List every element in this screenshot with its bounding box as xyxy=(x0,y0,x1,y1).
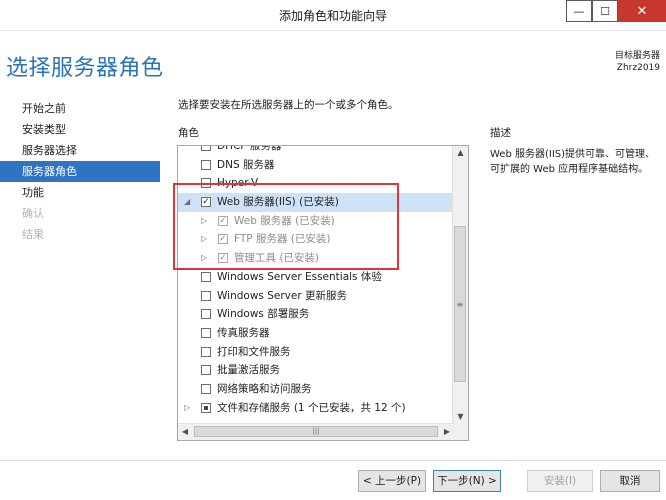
scroll-up-icon[interactable]: ▲ xyxy=(453,146,468,160)
vertical-scrollbar[interactable]: ▲ ≡ ▼ xyxy=(452,146,468,424)
role-label: Windows Server Essentials 体验 xyxy=(217,270,382,283)
nav-item-installation-type[interactable]: 安装类型 xyxy=(0,119,160,140)
instruction-text: 选择要安装在所选服务器上的一个或多个角色。 xyxy=(178,99,399,111)
target-server-name: Zhrz2019 xyxy=(616,63,660,73)
role-row[interactable]: 网络策略和访问服务 xyxy=(178,380,454,399)
scroll-right-icon[interactable]: ▶ xyxy=(440,424,454,440)
target-server-label: 目标服务器 xyxy=(614,51,660,61)
role-checkbox[interactable] xyxy=(201,346,211,357)
role-checkbox[interactable] xyxy=(201,327,211,338)
highlight-box xyxy=(173,183,399,270)
horizontal-scrollbar[interactable]: ◀ ||| ▶ xyxy=(178,423,454,440)
role-row[interactable]: 批量激活服务 xyxy=(178,361,454,380)
role-row[interactable]: DNS 服务器 xyxy=(178,156,454,175)
description-header: 描述 xyxy=(490,127,511,139)
role-checkbox[interactable] xyxy=(201,402,211,413)
scroll-left-icon[interactable]: ◀ xyxy=(178,424,192,440)
scrollbar-corner xyxy=(453,424,468,440)
scroll-thumb[interactable]: ≡ xyxy=(454,226,466,382)
role-row[interactable]: 传真服务器 xyxy=(178,324,454,343)
role-label: DNS 服务器 xyxy=(217,158,275,171)
role-checkbox[interactable] xyxy=(201,365,211,376)
role-checkbox[interactable] xyxy=(201,159,211,170)
role-label: Windows 部署服务 xyxy=(217,308,310,321)
hscroll-thumb[interactable]: ||| xyxy=(194,426,438,437)
roles-header: 角色 xyxy=(178,127,199,139)
close-button[interactable]: ✕ xyxy=(618,0,666,22)
role-row[interactable]: ▷ 文件和存储服务 (1 个已安装，共 12 个) xyxy=(178,399,454,418)
nav-item-server-roles[interactable]: 服务器角色 xyxy=(0,161,160,182)
install-button: 安装(I) xyxy=(527,470,593,492)
window-titlebar: 添加角色和功能向导 — ☐ ✕ xyxy=(0,0,666,31)
next-button[interactable]: 下一步(N) > xyxy=(433,470,501,492)
role-row[interactable]: 打印和文件服务 xyxy=(178,343,454,362)
role-label: 网络策略和访问服务 xyxy=(217,382,312,395)
role-label: Windows Server 更新服务 xyxy=(217,289,347,302)
wizard-nav: 开始之前 安装类型 服务器选择 服务器角色 功能 确认 结果 xyxy=(0,98,160,245)
role-checkbox[interactable] xyxy=(201,309,211,320)
nav-item-results: 结果 xyxy=(22,228,44,241)
role-checkbox[interactable] xyxy=(201,146,211,151)
expand-arrow-icon[interactable]: ▷ xyxy=(184,399,190,418)
nav-item-confirmation: 确认 xyxy=(22,207,44,220)
role-row[interactable]: Windows 部署服务 xyxy=(178,305,454,324)
footer-divider xyxy=(0,460,666,461)
previous-button[interactable]: < 上一步(P) xyxy=(358,470,426,492)
role-checkbox[interactable] xyxy=(201,290,211,301)
nav-item-features[interactable]: 功能 xyxy=(0,182,160,203)
role-label: DHCP 服务器 xyxy=(217,145,282,152)
nav-item-server-selection[interactable]: 服务器选择 xyxy=(0,140,160,161)
page-title: 选择服务器角色 xyxy=(6,56,164,81)
role-row[interactable]: Windows Server 更新服务 xyxy=(178,287,454,306)
minimize-button[interactable]: — xyxy=(566,0,592,22)
role-label: 批量激活服务 xyxy=(217,364,280,377)
target-server-info: 目标服务器 Zhrz2019 xyxy=(615,50,660,74)
role-label: 传真服务器 xyxy=(217,326,270,339)
nav-item-before-you-begin[interactable]: 开始之前 xyxy=(0,98,160,119)
role-label: 打印和文件服务 xyxy=(217,345,291,358)
scroll-down-icon[interactable]: ▼ xyxy=(453,410,468,424)
cancel-button[interactable]: 取消 xyxy=(600,470,660,492)
role-row[interactable]: DHCP 服务器 xyxy=(178,145,454,156)
maximize-button[interactable]: ☐ xyxy=(592,0,618,22)
role-checkbox[interactable] xyxy=(201,271,211,282)
role-checkbox[interactable] xyxy=(201,383,211,394)
description-text: Web 服务器(IIS)提供可靠、可管理、可扩展的 Web 应用程序基础结构。 xyxy=(490,149,656,175)
role-row[interactable]: Windows Server Essentials 体验 xyxy=(178,268,454,287)
role-label: 文件和存储服务 (1 个已安装，共 12 个) xyxy=(217,401,406,414)
